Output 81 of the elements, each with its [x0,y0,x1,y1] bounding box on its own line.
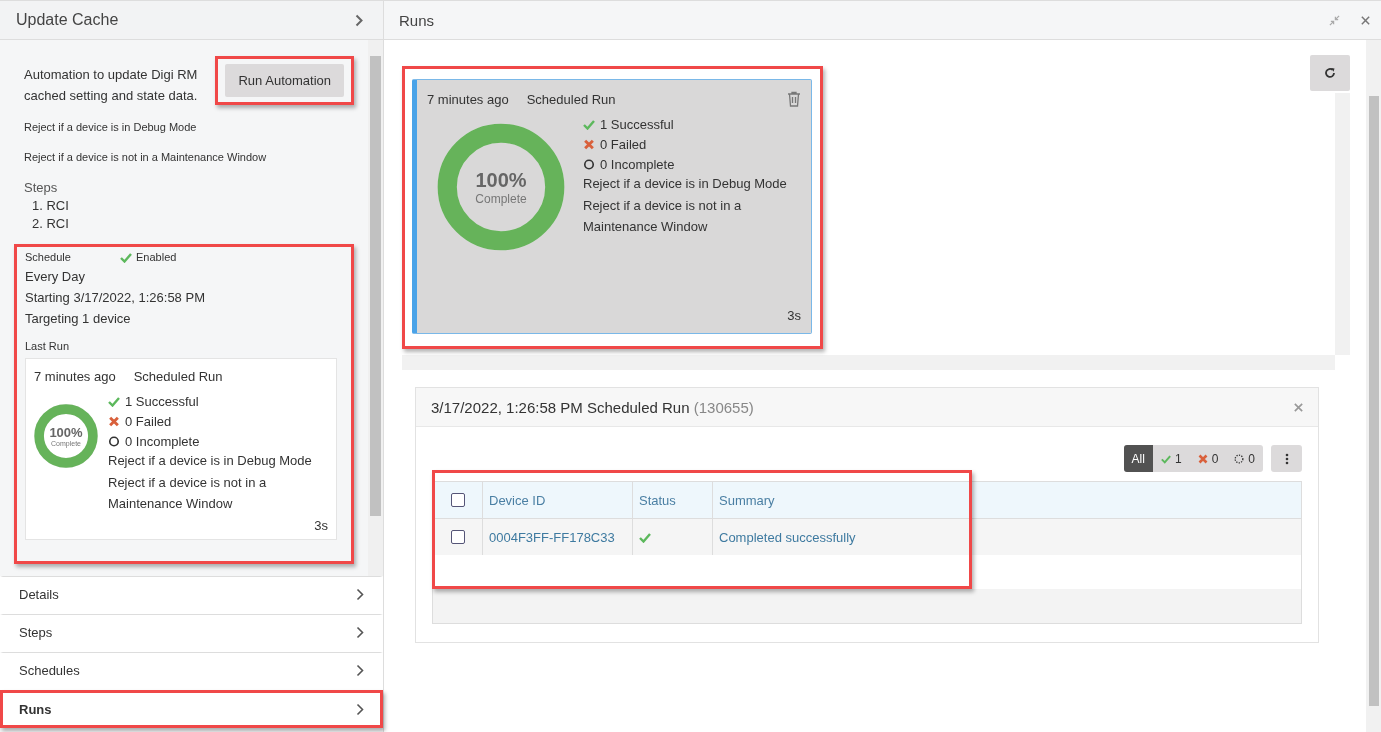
step-item: 2. RCI [31,216,70,231]
count-label: 1 Successful [125,394,199,409]
dotted-circle-icon [1234,453,1245,464]
column-header[interactable]: Device ID [483,482,633,518]
check-icon [1160,453,1171,464]
panel-title: Runs [399,11,436,29]
steps-heading: Steps [23,180,59,195]
more-icon [1284,452,1289,465]
scrollbar[interactable] [368,40,383,576]
duration: 3s [313,518,328,533]
progress-ring [34,404,98,468]
run-time: 7 minutes ago [34,369,116,384]
check-icon [120,251,132,263]
count-label: 0 Failed [600,137,647,152]
column-header[interactable]: Status [633,482,713,518]
section-label: Steps [19,624,54,640]
check-icon [108,396,120,407]
circle-icon [108,436,120,447]
rule-text: Reject if a device is in Debug Mode [108,452,313,470]
trash-icon[interactable] [787,91,801,107]
summary-cell[interactable]: Completed successfully [713,519,969,555]
percent-value: 100% [475,168,527,192]
accordion-item[interactable]: Runs [0,690,383,728]
filter-button[interactable]: 0 [1226,445,1263,472]
x-icon [1197,453,1208,464]
check-icon [639,531,651,543]
run-card[interactable]: 7 minutes ago Scheduled Run 100% Complete 1 Successful 0 Failed 0 Incomplete Reject if a device is in Debug Mode Reject if a device is not in a Maintenance Window 3s [412,79,812,334]
refresh-icon [1324,67,1336,79]
scrollbar[interactable] [1366,40,1381,732]
accordion-item[interactable]: Schedules [0,652,383,690]
panel-title: Update Cache [16,11,120,29]
collapse-icon[interactable] [1329,14,1340,26]
schedule-detail: Targeting 1 device [25,311,132,326]
count-label: 0 Incomplete [125,434,200,449]
chevron-right-icon [356,625,364,639]
step-item: 1. RCI [31,198,70,213]
rule-text: Reject if a device is not in a Maintenance Window [108,474,268,513]
x-icon [583,139,595,150]
percent-label: Complete [475,191,527,206]
accordion-item[interactable]: Steps [0,614,383,652]
schedule-detail: Starting 3/17/2022, 1:26:58 PM [25,290,206,305]
chevron-right-icon [356,587,364,601]
run-detail-title: 3/17/2022, 1:26:58 PM Scheduled Run (130655) [431,398,755,416]
section-label: Details [19,586,60,602]
description: Automation to update Digi RM cached setting and state data. [24,66,199,105]
select-all-checkbox[interactable] [450,493,465,507]
section-label: Runs [19,701,53,717]
close-icon[interactable] [1293,401,1304,413]
chevron-right-icon [356,663,364,677]
enabled-status: Enabled [120,251,177,263]
percent-value: 100% [49,425,83,440]
filter-button[interactable]: All [1123,445,1153,472]
last-run-label: Last Run [25,340,71,352]
rule-text: Reject if a device is in Debug Mode [23,120,198,135]
close-icon[interactable] [1360,14,1371,26]
rule-text: Reject if a device is not in a Maintenance Window [23,150,268,165]
run-type: Scheduled Run [133,369,223,384]
row-checkbox[interactable] [450,530,465,544]
rule-text: Reject if a device is in Debug Mode [583,175,788,193]
x-icon [108,416,120,427]
schedule-detail: Every Day [25,269,86,284]
count-label: 0 Failed [125,414,172,429]
run-time: 7 minutes ago [427,91,509,107]
accordion-item[interactable]: Details [0,576,383,614]
filter-button[interactable]: 1 [1152,445,1190,472]
filter-button[interactable]: 0 [1189,445,1227,472]
column-header[interactable]: Summary [713,482,969,518]
circle-icon [583,159,595,170]
chevron-right-icon[interactable] [355,13,363,27]
count-label: 0 Incomplete [600,157,675,172]
duration: 3s [787,308,801,323]
section-label: Schedules [19,662,81,678]
check-icon [583,119,595,130]
more-button[interactable] [1271,445,1302,472]
run-automation-button[interactable]: Run Automation [225,64,344,97]
count-label: 1 Successful [600,117,674,132]
run-type: Scheduled Run [526,91,616,107]
refresh-button[interactable] [1310,55,1350,91]
chevron-right-icon [356,702,364,716]
schedule-label: Schedule [25,251,72,263]
rule-text: Reject if a device is not in a Maintenance Window [583,197,743,236]
